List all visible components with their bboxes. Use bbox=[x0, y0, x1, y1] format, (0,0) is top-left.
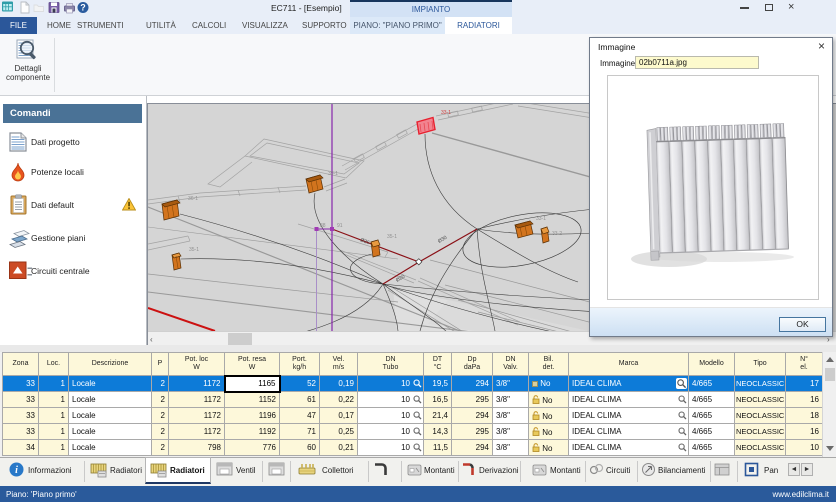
svg-text:39-1: 39-1 bbox=[328, 171, 338, 177]
svg-text:33-1: 33-1 bbox=[536, 216, 546, 222]
svg-text:36-1: 36-1 bbox=[188, 196, 198, 202]
svg-text:?: ? bbox=[80, 3, 86, 13]
svg-text:Ø25: Ø25 bbox=[359, 237, 370, 246]
svg-text:33-2: 33-2 bbox=[552, 231, 562, 237]
svg-text:i: i bbox=[15, 465, 18, 476]
svg-text:33-1: 33-1 bbox=[441, 110, 451, 116]
svg-text:35-1: 35-1 bbox=[387, 234, 397, 240]
svg-text:88: 88 bbox=[320, 223, 326, 229]
svg-text:35-1: 35-1 bbox=[189, 247, 199, 253]
svg-text:Ø30: Ø30 bbox=[437, 235, 448, 245]
svg-text:91: 91 bbox=[337, 223, 343, 229]
